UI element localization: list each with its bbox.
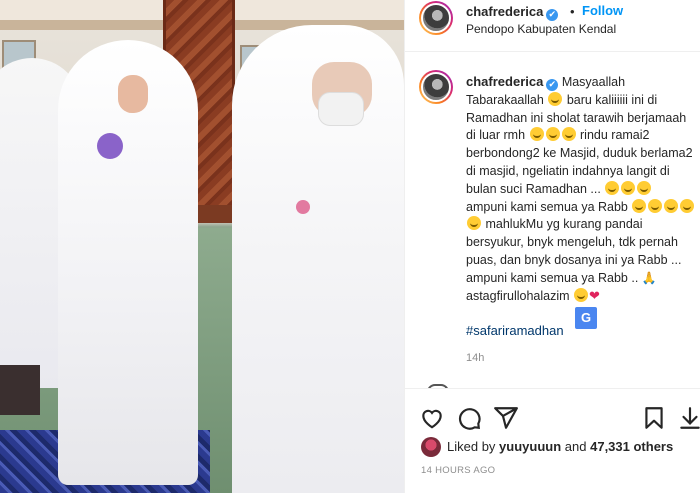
liker-avatar[interactable] [421, 437, 441, 457]
crying-face-icon [529, 127, 544, 142]
heart-icon[interactable] [419, 405, 445, 431]
likes-summary: Liked by yuuyuuun and 47,331 others [447, 439, 674, 454]
post-side-panel: chafrederica ✔ • Follow Pendopo Kabupaten… [404, 0, 700, 493]
crying-face-icon [467, 216, 481, 231]
crying-face-icon [632, 198, 647, 213]
translate-icon[interactable]: G [575, 307, 597, 329]
separator-dot: • [570, 4, 575, 19]
caption-text: chafrederica ✔ Masyaallah Tabarakaallah b… [466, 73, 696, 305]
photo-flower-brooch [296, 200, 310, 214]
crying-face-icon [680, 198, 695, 213]
caption-username[interactable]: chafrederica [466, 74, 543, 89]
likes-count-link[interactable]: 47,331 others [590, 439, 673, 454]
follow-button[interactable]: Follow [582, 3, 623, 18]
verified-badge-icon: ✔ [546, 9, 559, 21]
crying-face-icon [605, 180, 620, 195]
caption-segment: ampuni kami semua ya Rabb [466, 199, 628, 214]
crying-face-icon [561, 127, 576, 142]
crying-face-icon [548, 91, 563, 106]
crying-face-icon [637, 180, 652, 195]
bookmark-icon[interactable] [641, 405, 667, 431]
caption-segment: astagfirullohalazim [466, 288, 570, 303]
location-link[interactable]: Pendopo Kabupaten Kendal [466, 22, 616, 36]
download-icon[interactable] [677, 405, 700, 431]
post-header: chafrederica ✔ • Follow Pendopo Kabupaten… [405, 0, 700, 52]
crying-face-icon [664, 198, 679, 213]
liker-username[interactable]: yuuyuuun [499, 439, 561, 454]
caption-area: chafrederica ✔ Masyaallah Tabarakaallah b… [405, 53, 700, 388]
post-date[interactable]: 14 HOURS AGO [421, 465, 495, 476]
caption-avatar[interactable] [419, 70, 453, 104]
photo-face [118, 75, 148, 113]
post-photo[interactable] [0, 0, 404, 493]
share-icon[interactable] [493, 405, 519, 431]
post-actions: Liked by yuuyuuun and 47,331 others 14 H… [405, 388, 700, 493]
photo-shadow [0, 365, 40, 415]
red-heart-icon: ❤ [589, 288, 600, 304]
comment-icon[interactable] [456, 405, 482, 431]
crying-face-icon [621, 180, 636, 195]
photo-face-mask [318, 92, 364, 126]
verified-badge-icon: ✔ [546, 79, 559, 91]
author-avatar[interactable] [419, 1, 453, 35]
caption-timestamp[interactable]: 14h [466, 352, 484, 364]
hashtag-link[interactable]: #safariramadhan [466, 323, 564, 338]
photo-purple-object [97, 133, 123, 159]
crying-face-icon [648, 198, 663, 213]
praying-hands-icon: 🙏 [641, 270, 657, 285]
crying-face-icon [545, 127, 560, 142]
author-username[interactable]: chafrederica ✔ [466, 4, 559, 21]
crying-face-icon [574, 287, 589, 302]
